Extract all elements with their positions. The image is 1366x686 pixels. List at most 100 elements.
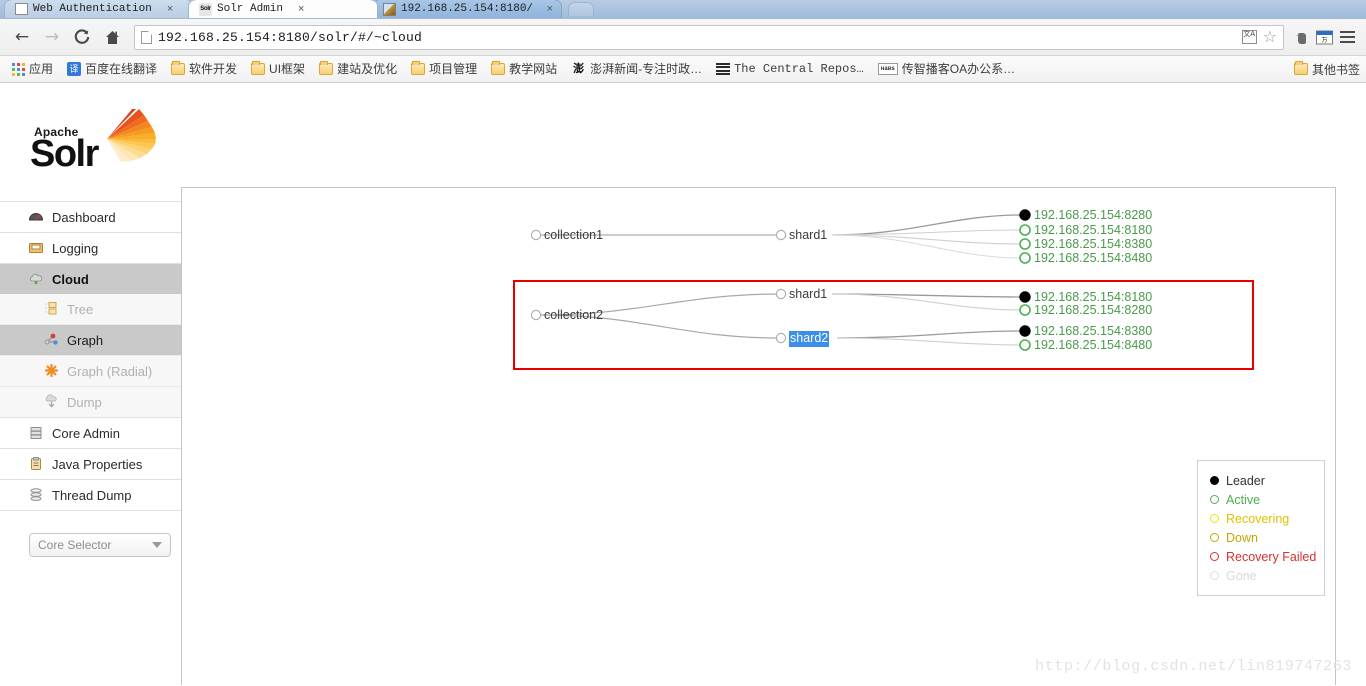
bookmark-folder-site-building[interactable]: 建站及优化 — [313, 61, 403, 77]
sidebar-item-dashboard[interactable]: Dashboard — [0, 202, 181, 232]
core-selector-dropdown[interactable]: Core Selector — [29, 533, 171, 557]
graph-replica-node[interactable]: 192.168.25.154:8180 — [1034, 291, 1152, 304]
solr-burst-icon — [107, 109, 156, 162]
dashboard-icon — [28, 209, 44, 225]
sidebar-item-java-properties[interactable]: Java Properties — [0, 449, 181, 479]
bookmark-label: 建站及优化 — [337, 62, 398, 76]
graph-icon — [44, 332, 60, 348]
graph-node-collection2-shard1[interactable]: shard1 — [789, 288, 827, 301]
solr-icon: Solr — [199, 2, 212, 16]
bookmark-baidu-translate[interactable]: 译 百度在线翻译 — [61, 60, 163, 78]
graph-replica-node[interactable]: 192.168.25.154:8380 — [1034, 325, 1152, 338]
graph-node-collection2-shard2[interactable]: shard2 — [789, 331, 830, 347]
bookmark-label: 其他书签 — [1311, 62, 1360, 77]
sidebar-item-logging[interactable]: Logging — [0, 233, 181, 263]
bookmark-star-icon[interactable]: ☆ — [1263, 29, 1277, 45]
close-icon[interactable]: × — [547, 3, 553, 15]
graph-radial-icon — [44, 363, 60, 379]
translate-icon[interactable]: 文A — [1241, 30, 1257, 44]
bookmark-pengpai-news[interactable]: 澎 澎湃新闻-专注时政… — [565, 60, 708, 78]
graph-node-collection1-shard1[interactable]: shard1 — [789, 229, 827, 242]
graph-replica-node[interactable]: 192.168.25.154:8280 — [1034, 209, 1152, 222]
bookmark-label: 传智播客OA办公系… — [901, 62, 1016, 76]
solr-logo[interactable]: Apache Solr — [30, 107, 190, 187]
sidebar-item-graph-radial[interactable]: Graph (Radial) — [0, 356, 181, 386]
folder-icon — [491, 61, 506, 75]
folder-icon — [1293, 61, 1308, 75]
legend-item-leader: Leader — [1210, 471, 1324, 490]
navigation-toolbar: ← → 192.168.25.154:8180/solr/#/~cloud 文A… — [0, 19, 1366, 56]
pengpai-icon: 澎 — [573, 62, 585, 75]
bookmark-label: 教学网站 — [509, 62, 558, 76]
java-properties-icon — [28, 456, 44, 472]
sidebar-item-graph[interactable]: Graph — [0, 325, 181, 355]
bookmark-label: 百度在线翻译 — [85, 62, 158, 76]
sidebar-item-label: Thread Dump — [52, 487, 132, 503]
tab-title: Web Authentication — [33, 3, 152, 15]
sidebar-item-logging-wrap: Logging — [0, 232, 181, 263]
bookmark-label: UI框架 — [269, 62, 306, 76]
solr-admin-page: Apache Solr Dashboard Logging Cloud Tree… — [0, 83, 1366, 685]
bookmark-folder-software-dev[interactable]: 软件开发 — [165, 61, 243, 77]
folder-icon — [411, 61, 426, 75]
sidebar-item-label: Graph (Radial) — [67, 363, 153, 379]
svg-text:万: 万 — [1321, 37, 1327, 44]
cloud-subnav: Tree Graph Graph (Radial) Dump — [0, 294, 181, 417]
apps-grid-icon — [12, 62, 25, 76]
graph-node-collection1[interactable]: collection1 — [544, 229, 603, 242]
tab-solr-url[interactable]: 192.168.25.154:8180/sol × — [372, 0, 562, 18]
graph-replica-node[interactable]: 192.168.25.154:8380 — [1034, 238, 1152, 251]
bookmark-folder-ui-framework[interactable]: UI框架 — [245, 61, 311, 77]
address-bar[interactable]: 192.168.25.154:8180/solr/#/~cloud 文A ☆ — [134, 24, 1284, 50]
browser-menu-icon[interactable] — [1336, 31, 1358, 43]
graph-replica-node[interactable]: 192.168.25.154:8180 — [1034, 224, 1152, 237]
bookmark-apps[interactable]: 应用 — [6, 61, 59, 78]
folder-icon — [171, 61, 186, 75]
logging-icon — [28, 240, 44, 256]
sidebar-item-dump[interactable]: Dump — [0, 387, 181, 417]
graph-replica-node[interactable]: 192.168.25.154:8480 — [1034, 339, 1152, 352]
forward-icon[interactable]: → — [38, 24, 66, 50]
sidebar-subitem-tree-wrap: Tree — [0, 294, 181, 324]
sidebar-item-java-properties-wrap: Java Properties — [0, 448, 181, 479]
bookmark-label: 应用 — [29, 62, 54, 76]
legend-label: Active — [1226, 492, 1261, 507]
home-icon[interactable] — [98, 24, 126, 50]
tab-solr-admin[interactable]: Solr Solr Admin × — [188, 0, 378, 18]
sidebar-item-tree[interactable]: Tree — [0, 294, 181, 324]
close-icon[interactable]: × — [298, 3, 304, 15]
graph-node-collection2[interactable]: collection2 — [544, 309, 603, 322]
other-bookmarks[interactable]: 其他书签 — [1293, 61, 1360, 78]
bookmark-central-repository[interactable]: The Central Repos… — [710, 61, 870, 77]
legend-label: Leader — [1226, 473, 1265, 488]
sidebar-item-thread-dump[interactable]: Thread Dump — [0, 480, 181, 510]
bookmark-chuanzhi-oa[interactable]: навs 传智播客OA办公系… — [872, 61, 1021, 77]
dump-icon — [44, 394, 60, 410]
reload-icon[interactable] — [68, 24, 96, 50]
bookmarks-bar: 应用 译 百度在线翻译 软件开发 UI框架 建站及优化 项目管理 教学网站 澎 — [0, 56, 1366, 83]
logo-solr-text: Solr — [30, 133, 99, 175]
legend-label: Recovery Failed — [1226, 549, 1317, 564]
browser-window: Web Authentication × Solr Solr Admin × 1… — [0, 0, 1366, 686]
sidebar-item-core-admin-wrap: Core Admin — [0, 417, 181, 448]
core-admin-icon — [28, 425, 44, 441]
calendar-extension-icon[interactable]: 万 — [1314, 27, 1334, 47]
bookmark-folder-project-management[interactable]: 项目管理 — [405, 61, 483, 77]
tab-web-authentication[interactable]: Web Authentication × — [4, 0, 194, 18]
back-icon[interactable]: ← — [8, 24, 36, 50]
sidebar-item-core-admin[interactable]: Core Admin — [0, 418, 181, 448]
evernote-extension-icon[interactable] — [1292, 27, 1312, 47]
document-icon — [15, 3, 28, 15]
graph-replica-node[interactable]: 192.168.25.154:8480 — [1034, 252, 1152, 265]
sidebar-item-cloud[interactable]: Cloud — [0, 264, 181, 294]
chevron-down-icon — [152, 542, 162, 548]
close-icon[interactable]: × — [167, 3, 173, 15]
tab-strip: Web Authentication × Solr Solr Admin × 1… — [0, 0, 1366, 19]
bookmark-folder-teaching-sites[interactable]: 教学网站 — [485, 61, 563, 77]
new-tab-button[interactable] — [568, 2, 594, 16]
graph-replica-node[interactable]: 192.168.25.154:8280 — [1034, 304, 1152, 317]
graph-legend: Leader Active Recovering Down Recovery F… — [1197, 460, 1325, 596]
sidebar-item-cloud-wrap: Cloud Tree Graph Graph (Radial) Dump — [0, 263, 181, 417]
watermark-text: http://blog.csdn.net/lin819747263 — [1035, 658, 1352, 675]
bookmark-label: 澎湃新闻-专注时政… — [590, 62, 703, 76]
